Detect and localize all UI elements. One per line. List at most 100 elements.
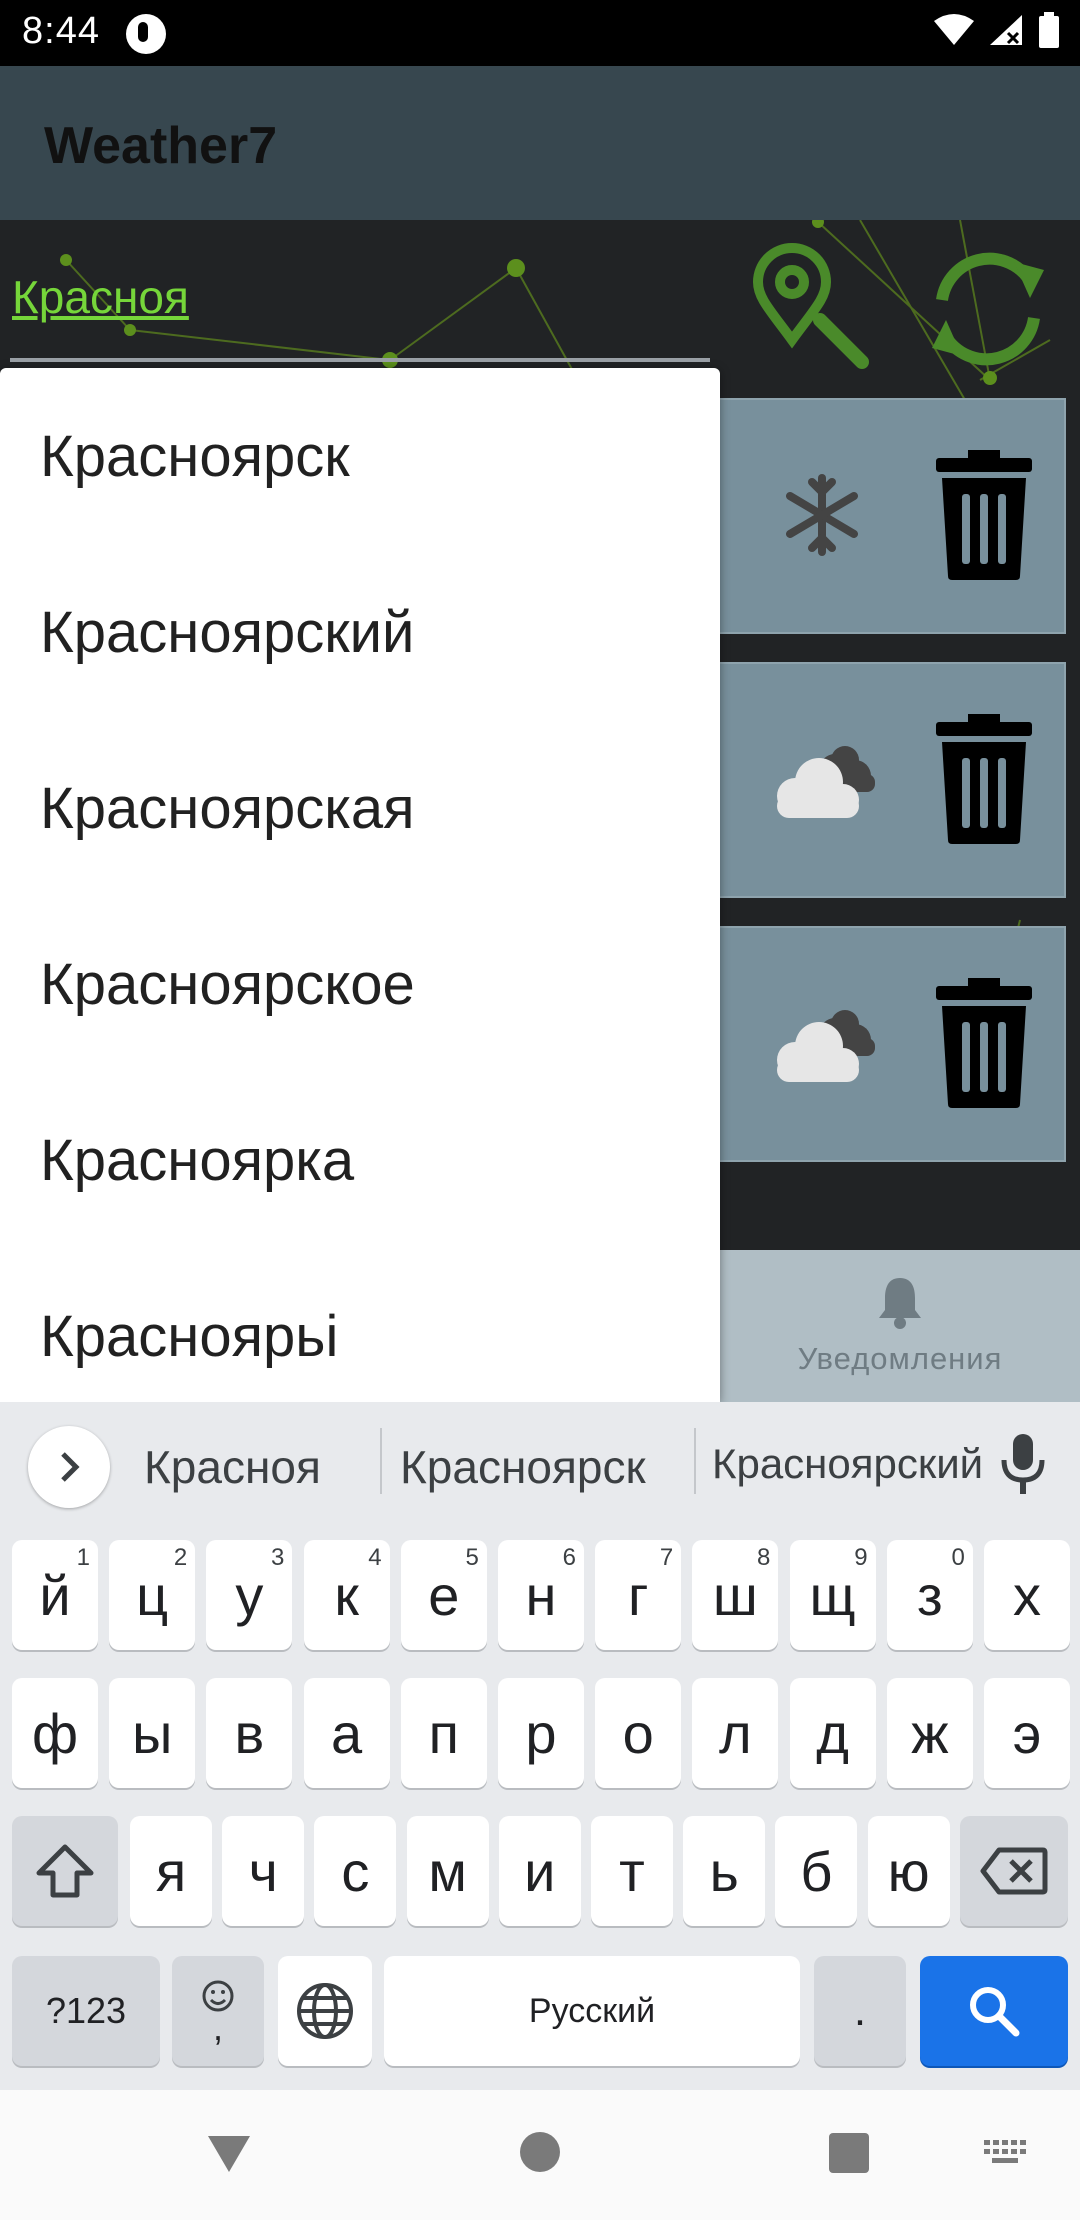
letter-key[interactable]: ш8 — [692, 1540, 779, 1650]
key-label: м — [428, 1839, 467, 1903]
suggestion-strip: Красноя Красноярск Красноярский — [0, 1402, 1080, 1526]
period-key[interactable]: . — [814, 1956, 906, 2066]
keyboard-switch-icon[interactable] — [984, 2140, 1028, 2168]
comma-emoji-key[interactable]: , — [172, 1956, 264, 2066]
letter-key[interactable]: и — [498, 1816, 581, 1926]
comma-label: , — [212, 2007, 223, 2048]
delete-icon[interactable] — [934, 450, 1034, 580]
letter-key[interactable]: е5 — [400, 1540, 487, 1650]
signal-icon — [990, 15, 1022, 45]
suggestion-divider — [380, 1428, 382, 1494]
letter-key[interactable]: ю — [867, 1816, 950, 1926]
language-key[interactable] — [278, 1956, 372, 2066]
letter-key[interactable]: я — [130, 1816, 212, 1926]
key-label: с — [341, 1839, 370, 1903]
key-label: ц — [136, 1563, 169, 1627]
search-key[interactable] — [920, 1956, 1068, 2066]
nav-notifications-label: Уведомления — [797, 1341, 1003, 1376]
backspace-icon — [980, 1847, 1048, 1895]
suggestion-2[interactable]: Красноярск — [400, 1440, 646, 1494]
key-label: п — [428, 1701, 459, 1765]
letter-key[interactable]: щ9 — [789, 1540, 876, 1650]
letter-key[interactable]: м — [406, 1816, 489, 1926]
letter-key[interactable]: к4 — [303, 1540, 390, 1650]
key-label: ж — [911, 1701, 949, 1765]
location-search-icon[interactable] — [740, 238, 880, 378]
expand-suggestions-button[interactable] — [28, 1426, 110, 1508]
letter-key[interactable]: ы — [109, 1678, 196, 1788]
suggestion-3[interactable]: Красноярский — [712, 1440, 983, 1488]
city-card[interactable] — [700, 662, 1066, 898]
backspace-key[interactable] — [960, 1816, 1068, 1926]
space-key[interactable]: Русский — [384, 1956, 800, 2066]
snowflake-icon — [786, 474, 858, 556]
key-hint: 4 — [368, 1544, 382, 1571]
key-label: ю — [887, 1839, 930, 1903]
letter-key[interactable]: б — [775, 1816, 858, 1926]
key-label: е — [428, 1563, 460, 1627]
letter-key[interactable]: с — [314, 1816, 397, 1926]
status-bar: 8:44 — [0, 0, 1080, 66]
dropdown-item[interactable]: Красноярьі — [0, 1248, 720, 1402]
dropdown-item[interactable]: Красноярское — [0, 896, 720, 1072]
letter-key[interactable]: ь — [683, 1816, 766, 1926]
status-time: 8:44 — [22, 10, 100, 52]
autocomplete-dropdown: Красноярск Красноярский Красноярская Кра… — [0, 368, 720, 1402]
system-navigation-bar — [0, 2090, 1080, 2220]
letter-key[interactable]: г7 — [595, 1540, 682, 1650]
key-label: д — [816, 1701, 849, 1765]
key-label: а — [331, 1701, 363, 1765]
screen: 8:44 Weather7 Красноя Уведомления Красно… — [0, 0, 1080, 2220]
letter-key[interactable]: д — [789, 1678, 876, 1788]
key-label: ь — [709, 1839, 739, 1903]
dropdown-item[interactable]: Красноярск — [0, 368, 720, 544]
home-icon[interactable] — [518, 2130, 562, 2174]
app-title: Weather7 — [44, 117, 278, 175]
key-label: в — [234, 1701, 265, 1765]
suggestion-1[interactable]: Красноя — [144, 1440, 321, 1494]
nav-notifications[interactable]: Уведомления — [780, 1274, 1020, 1377]
letter-key[interactable]: ж — [886, 1678, 973, 1788]
letter-key[interactable]: т — [591, 1816, 673, 1926]
key-label: щ — [809, 1563, 856, 1627]
letter-key[interactable]: н6 — [498, 1540, 584, 1650]
letter-key[interactable]: в — [206, 1678, 293, 1788]
city-card[interactable] — [700, 398, 1066, 634]
delete-icon[interactable] — [934, 978, 1034, 1108]
letter-key[interactable]: р — [498, 1678, 584, 1788]
app-bar: Weather7 — [0, 66, 1080, 220]
back-icon[interactable] — [204, 2130, 254, 2176]
microphone-icon[interactable] — [998, 1432, 1048, 1496]
letter-key[interactable]: ч — [222, 1816, 305, 1926]
dropdown-item[interactable]: Красноярка — [0, 1072, 720, 1248]
letter-key[interactable]: л — [692, 1678, 779, 1788]
city-search-input[interactable]: Красноя — [12, 270, 189, 324]
dropdown-item[interactable]: Красноярская — [0, 720, 720, 896]
letter-key[interactable]: э — [984, 1678, 1070, 1788]
key-hint: 8 — [757, 1544, 771, 1571]
key-label: л — [719, 1701, 752, 1765]
delete-icon[interactable] — [934, 714, 1034, 844]
letter-key[interactable]: ф — [12, 1678, 98, 1788]
recents-icon[interactable] — [828, 2132, 870, 2174]
letter-key[interactable]: о — [595, 1678, 682, 1788]
refresh-icon[interactable] — [918, 238, 1058, 378]
symbols-key[interactable]: ?123 — [12, 1956, 160, 2066]
letter-key[interactable]: у3 — [206, 1540, 293, 1650]
letter-key[interactable]: х — [984, 1540, 1070, 1650]
letter-key[interactable]: й1 — [12, 1540, 98, 1650]
key-hint: 9 — [854, 1544, 868, 1571]
shift-key[interactable] — [12, 1816, 118, 1926]
key-label: у — [235, 1563, 264, 1627]
dropdown-item[interactable]: Красноярский — [0, 544, 720, 720]
letter-key[interactable]: ц2 — [109, 1540, 196, 1650]
key-hint: 3 — [271, 1544, 285, 1571]
key-label: й — [39, 1563, 71, 1627]
letter-key[interactable]: а — [303, 1678, 390, 1788]
key-label: о — [622, 1701, 654, 1765]
city-card[interactable] — [700, 926, 1066, 1162]
key-label: э — [1012, 1701, 1042, 1765]
letter-key[interactable]: з0 — [886, 1540, 973, 1650]
suggestion-divider — [694, 1428, 696, 1494]
letter-key[interactable]: п — [400, 1678, 487, 1788]
